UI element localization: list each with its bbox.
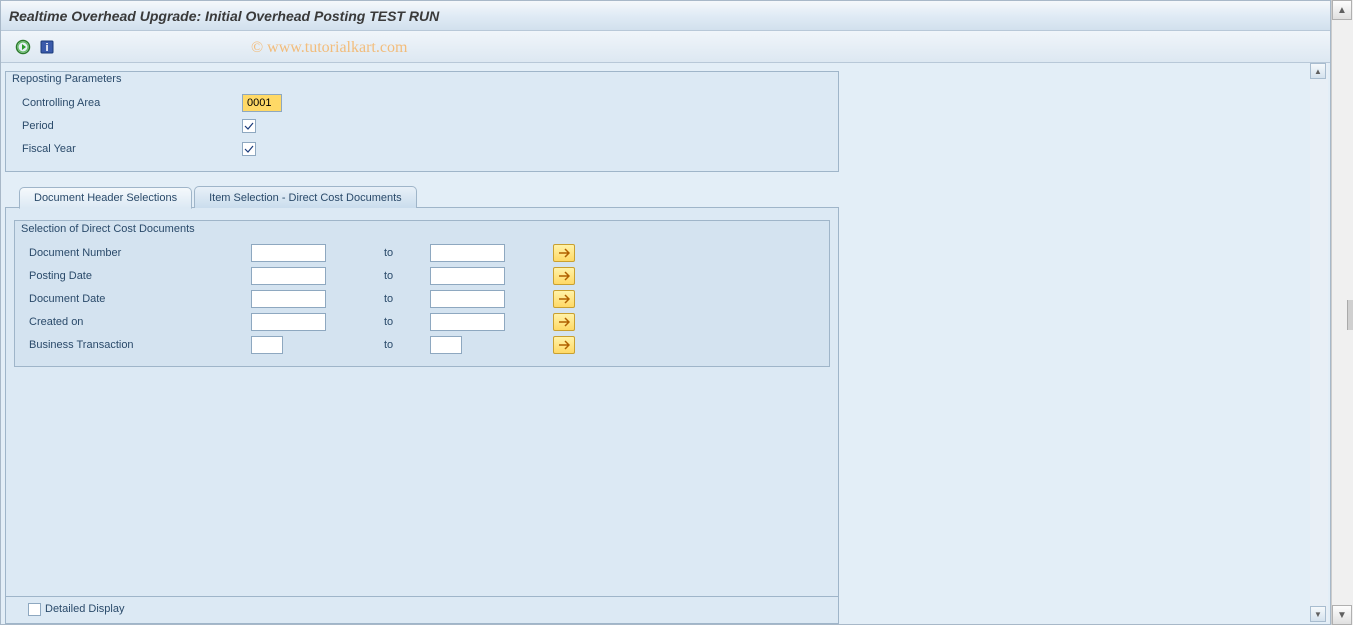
scroll-up-icon[interactable]: ▲ xyxy=(1332,0,1352,20)
scroll-up-icon[interactable]: ▲ xyxy=(1310,63,1326,79)
detailed-display-checkbox[interactable] xyxy=(28,603,41,616)
document-number-from[interactable] xyxy=(251,244,326,262)
content-area: Reposting Parameters Controlling Area Pe… xyxy=(1,63,1330,624)
controlling-area-input[interactable] xyxy=(242,94,282,112)
scroll-down-icon[interactable]: ▼ xyxy=(1310,606,1326,622)
selection-group-title: Selection of Direct Cost Documents xyxy=(21,223,195,235)
fiscal-year-label: Fiscal Year xyxy=(22,143,242,155)
reposting-group-title: Reposting Parameters xyxy=(6,71,127,87)
outer-scrollbar[interactable]: ▲ ▼ xyxy=(1331,0,1353,625)
page-title: Realtime Overhead Upgrade: Initial Overh… xyxy=(9,8,439,24)
to-label: to xyxy=(384,339,404,351)
business-transaction-multi-button[interactable] xyxy=(553,336,575,354)
to-label: to xyxy=(384,270,404,282)
inner-scrollbar[interactable]: ▲ ▼ xyxy=(1310,63,1328,622)
posting-date-from[interactable] xyxy=(251,267,326,285)
tab-item-selection[interactable]: Item Selection - Direct Cost Documents xyxy=(194,186,417,208)
document-number-label: Document Number xyxy=(29,247,251,259)
to-label: to xyxy=(384,316,404,328)
selection-group: Selection of Direct Cost Documents Docum… xyxy=(14,220,830,367)
field-row-period: Period xyxy=(14,115,830,137)
reposting-parameters-group: Reposting Parameters Controlling Area Pe… xyxy=(5,71,839,172)
title-bar: Realtime Overhead Upgrade: Initial Overh… xyxy=(1,1,1330,31)
execute-button[interactable] xyxy=(13,37,33,57)
svg-text:i: i xyxy=(45,42,48,54)
row-posting-date: Posting Date to xyxy=(23,264,821,287)
created-on-label: Created on xyxy=(29,316,251,328)
detailed-display-row: Detailed Display xyxy=(14,599,830,619)
tab-document-header[interactable]: Document Header Selections xyxy=(19,187,192,209)
created-on-to[interactable] xyxy=(430,313,505,331)
to-label: to xyxy=(384,247,404,259)
document-number-multi-button[interactable] xyxy=(553,244,575,262)
document-date-to[interactable] xyxy=(430,290,505,308)
row-business-transaction: Business Transaction to xyxy=(23,333,821,356)
row-document-number: Document Number to xyxy=(23,241,821,264)
posting-date-label: Posting Date xyxy=(29,270,251,282)
info-button[interactable]: i xyxy=(37,37,57,57)
row-created-on: Created on to xyxy=(23,310,821,333)
app-container: Realtime Overhead Upgrade: Initial Overh… xyxy=(0,0,1331,625)
document-date-label: Document Date xyxy=(29,293,251,305)
document-date-from[interactable] xyxy=(251,290,326,308)
to-label: to xyxy=(384,293,404,305)
business-transaction-from[interactable] xyxy=(251,336,283,354)
detailed-display-label: Detailed Display xyxy=(45,603,124,615)
fiscal-year-required-indicator[interactable] xyxy=(242,142,256,156)
period-required-indicator[interactable] xyxy=(242,119,256,133)
toolbar: i xyxy=(1,31,1330,63)
business-transaction-label: Business Transaction xyxy=(29,339,251,351)
field-row-fiscal-year: Fiscal Year xyxy=(14,138,830,160)
document-number-to[interactable] xyxy=(430,244,505,262)
tab-strip: Document Header Selections Item Selectio… xyxy=(19,184,1326,208)
document-date-multi-button[interactable] xyxy=(553,290,575,308)
created-on-from[interactable] xyxy=(251,313,326,331)
tab-panel: Selection of Direct Cost Documents Docum… xyxy=(5,207,839,597)
row-document-date: Document Date to xyxy=(23,287,821,310)
posting-date-to[interactable] xyxy=(430,267,505,285)
posting-date-multi-button[interactable] xyxy=(553,267,575,285)
controlling-area-label: Controlling Area xyxy=(22,97,242,109)
business-transaction-to[interactable] xyxy=(430,336,462,354)
created-on-multi-button[interactable] xyxy=(553,313,575,331)
period-label: Period xyxy=(22,120,242,132)
field-row-controlling-area: Controlling Area xyxy=(14,92,830,114)
drag-handle-icon[interactable] xyxy=(1347,300,1353,330)
scroll-down-icon[interactable]: ▼ xyxy=(1332,605,1352,625)
